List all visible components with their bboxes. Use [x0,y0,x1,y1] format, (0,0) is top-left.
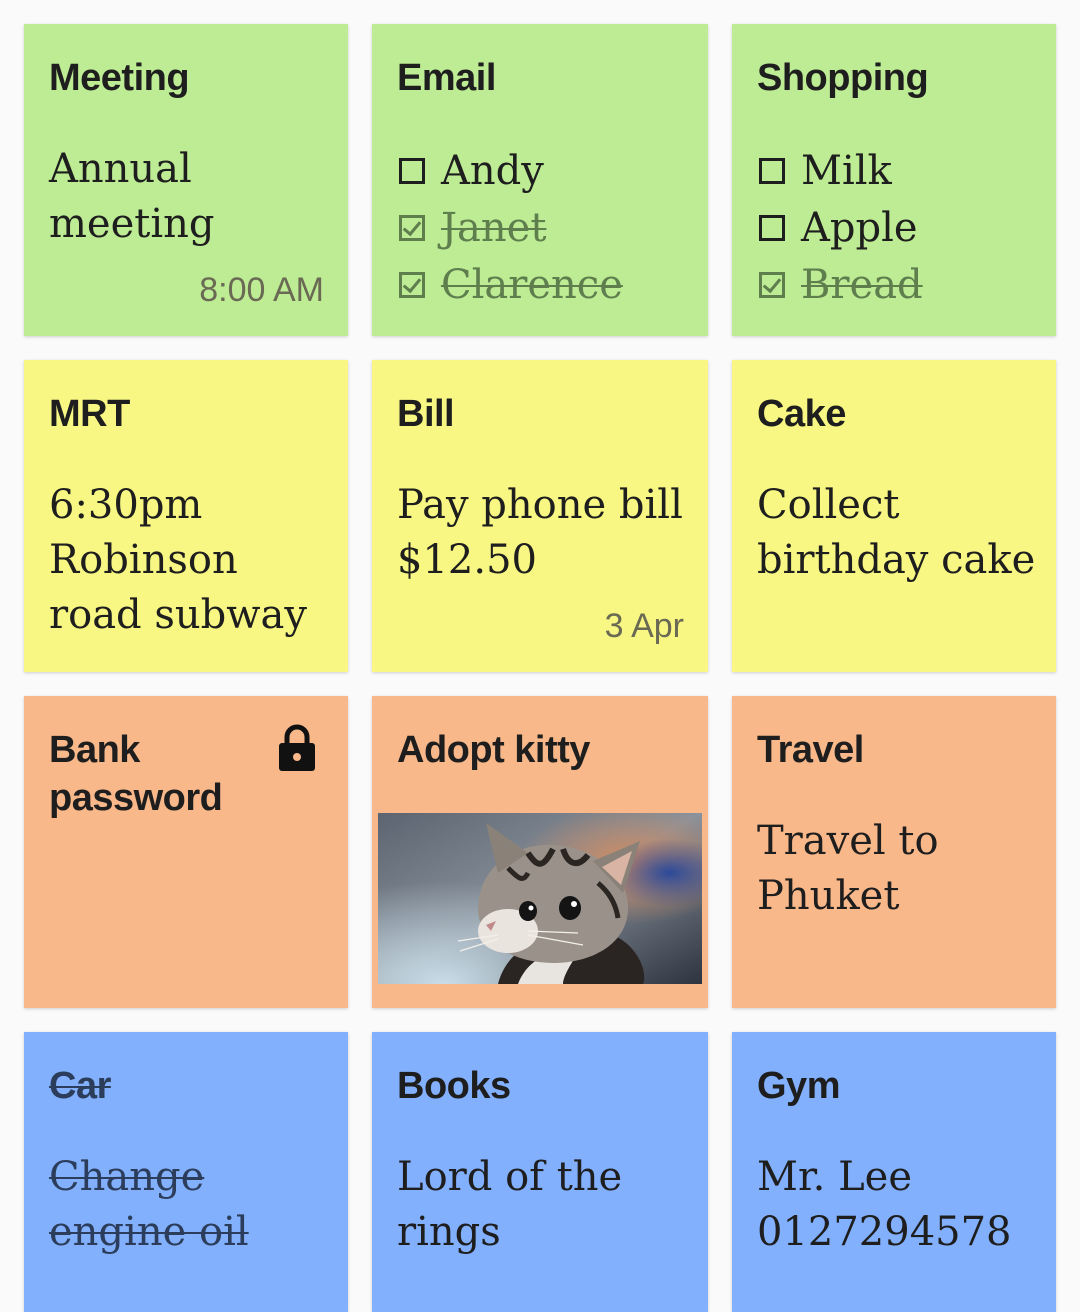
note-cake[interactable]: Cake Collect birthday cake [732,360,1056,672]
note-title: MRT [49,393,130,435]
note-title: Shopping [757,57,929,99]
lock-icon [279,724,315,771]
note-title: Gym [757,1065,840,1107]
note-books[interactable]: Books Lord of the rings [372,1032,708,1312]
note-gym[interactable]: Gym Mr. Lee 0127294578 [732,1032,1056,1312]
note-reminder-time: 8:00 AM [199,271,324,309]
note-email[interactable]: Email Andy Janet Clarence [372,24,708,336]
checkbox-unchecked-icon[interactable] [759,214,785,241]
note-title: Books [397,1065,511,1107]
note-adopt-kitty[interactable]: Adopt kitty [372,696,708,1008]
note-car[interactable]: Car Change engine oil [24,1032,348,1312]
checkbox-checked-icon[interactable] [399,214,425,241]
checkbox-checked-icon[interactable] [399,271,425,298]
checklist: Andy Janet Clarence [397,142,698,313]
checkbox-unchecked-icon[interactable] [399,157,425,184]
checklist-item[interactable]: Bread [757,256,1046,313]
checklist-item[interactable]: Janet [397,199,698,256]
checklist: Milk Apple Bread [757,142,1046,313]
note-title: Bill [397,393,455,435]
note-text: Travel to Phuket [757,818,939,919]
note-text: Lord of the rings [397,1154,623,1255]
checklist-item-label: Milk [801,147,892,194]
note-meeting[interactable]: Meeting Annual meeting 8:00 AM [24,24,348,336]
kitten-photo [378,813,702,984]
note-bill[interactable]: Bill Pay phone bill $12.50 3 Apr [372,360,708,672]
note-title: Car [49,1065,111,1107]
note-text: Annual meeting [49,146,215,247]
note-text: 6:30pm Robinson road subway [49,482,307,638]
note-text: Collect birthday cake [757,482,1036,583]
note-bank-password[interactable]: Bank password [24,696,348,1008]
note-reminder-date: 3 Apr [604,607,684,645]
checkbox-checked-icon[interactable] [759,271,785,298]
note-text: Mr. Lee 0127294578 [757,1154,1012,1255]
note-title: Bank password [49,729,223,819]
note-title: Meeting [49,57,190,99]
note-title: Cake [757,393,846,435]
checklist-item[interactable]: Milk [757,142,1046,199]
note-travel[interactable]: Travel Travel to Phuket [732,696,1056,1008]
note-mrt[interactable]: MRT 6:30pm Robinson road subway [24,360,348,672]
note-title: Email [397,57,496,99]
note-text: Pay phone bill $12.50 [397,482,683,583]
checklist-item-label: Bread [801,261,923,308]
checklist-item-label: Andy [441,147,544,194]
checkbox-unchecked-icon[interactable] [759,157,785,184]
checklist-item[interactable]: Clarence [397,256,698,313]
checklist-item[interactable]: Apple [757,199,1046,256]
checklist-item-label: Clarence [441,261,623,308]
checklist-item[interactable]: Andy [397,142,698,199]
note-text: Change engine oil [49,1154,249,1255]
checklist-item-label: Janet [441,204,547,251]
note-title: Travel [757,729,864,771]
note-shopping[interactable]: Shopping Milk Apple Bread [732,24,1056,336]
note-title: Adopt kitty [397,729,590,771]
checklist-item-label: Apple [801,204,918,251]
